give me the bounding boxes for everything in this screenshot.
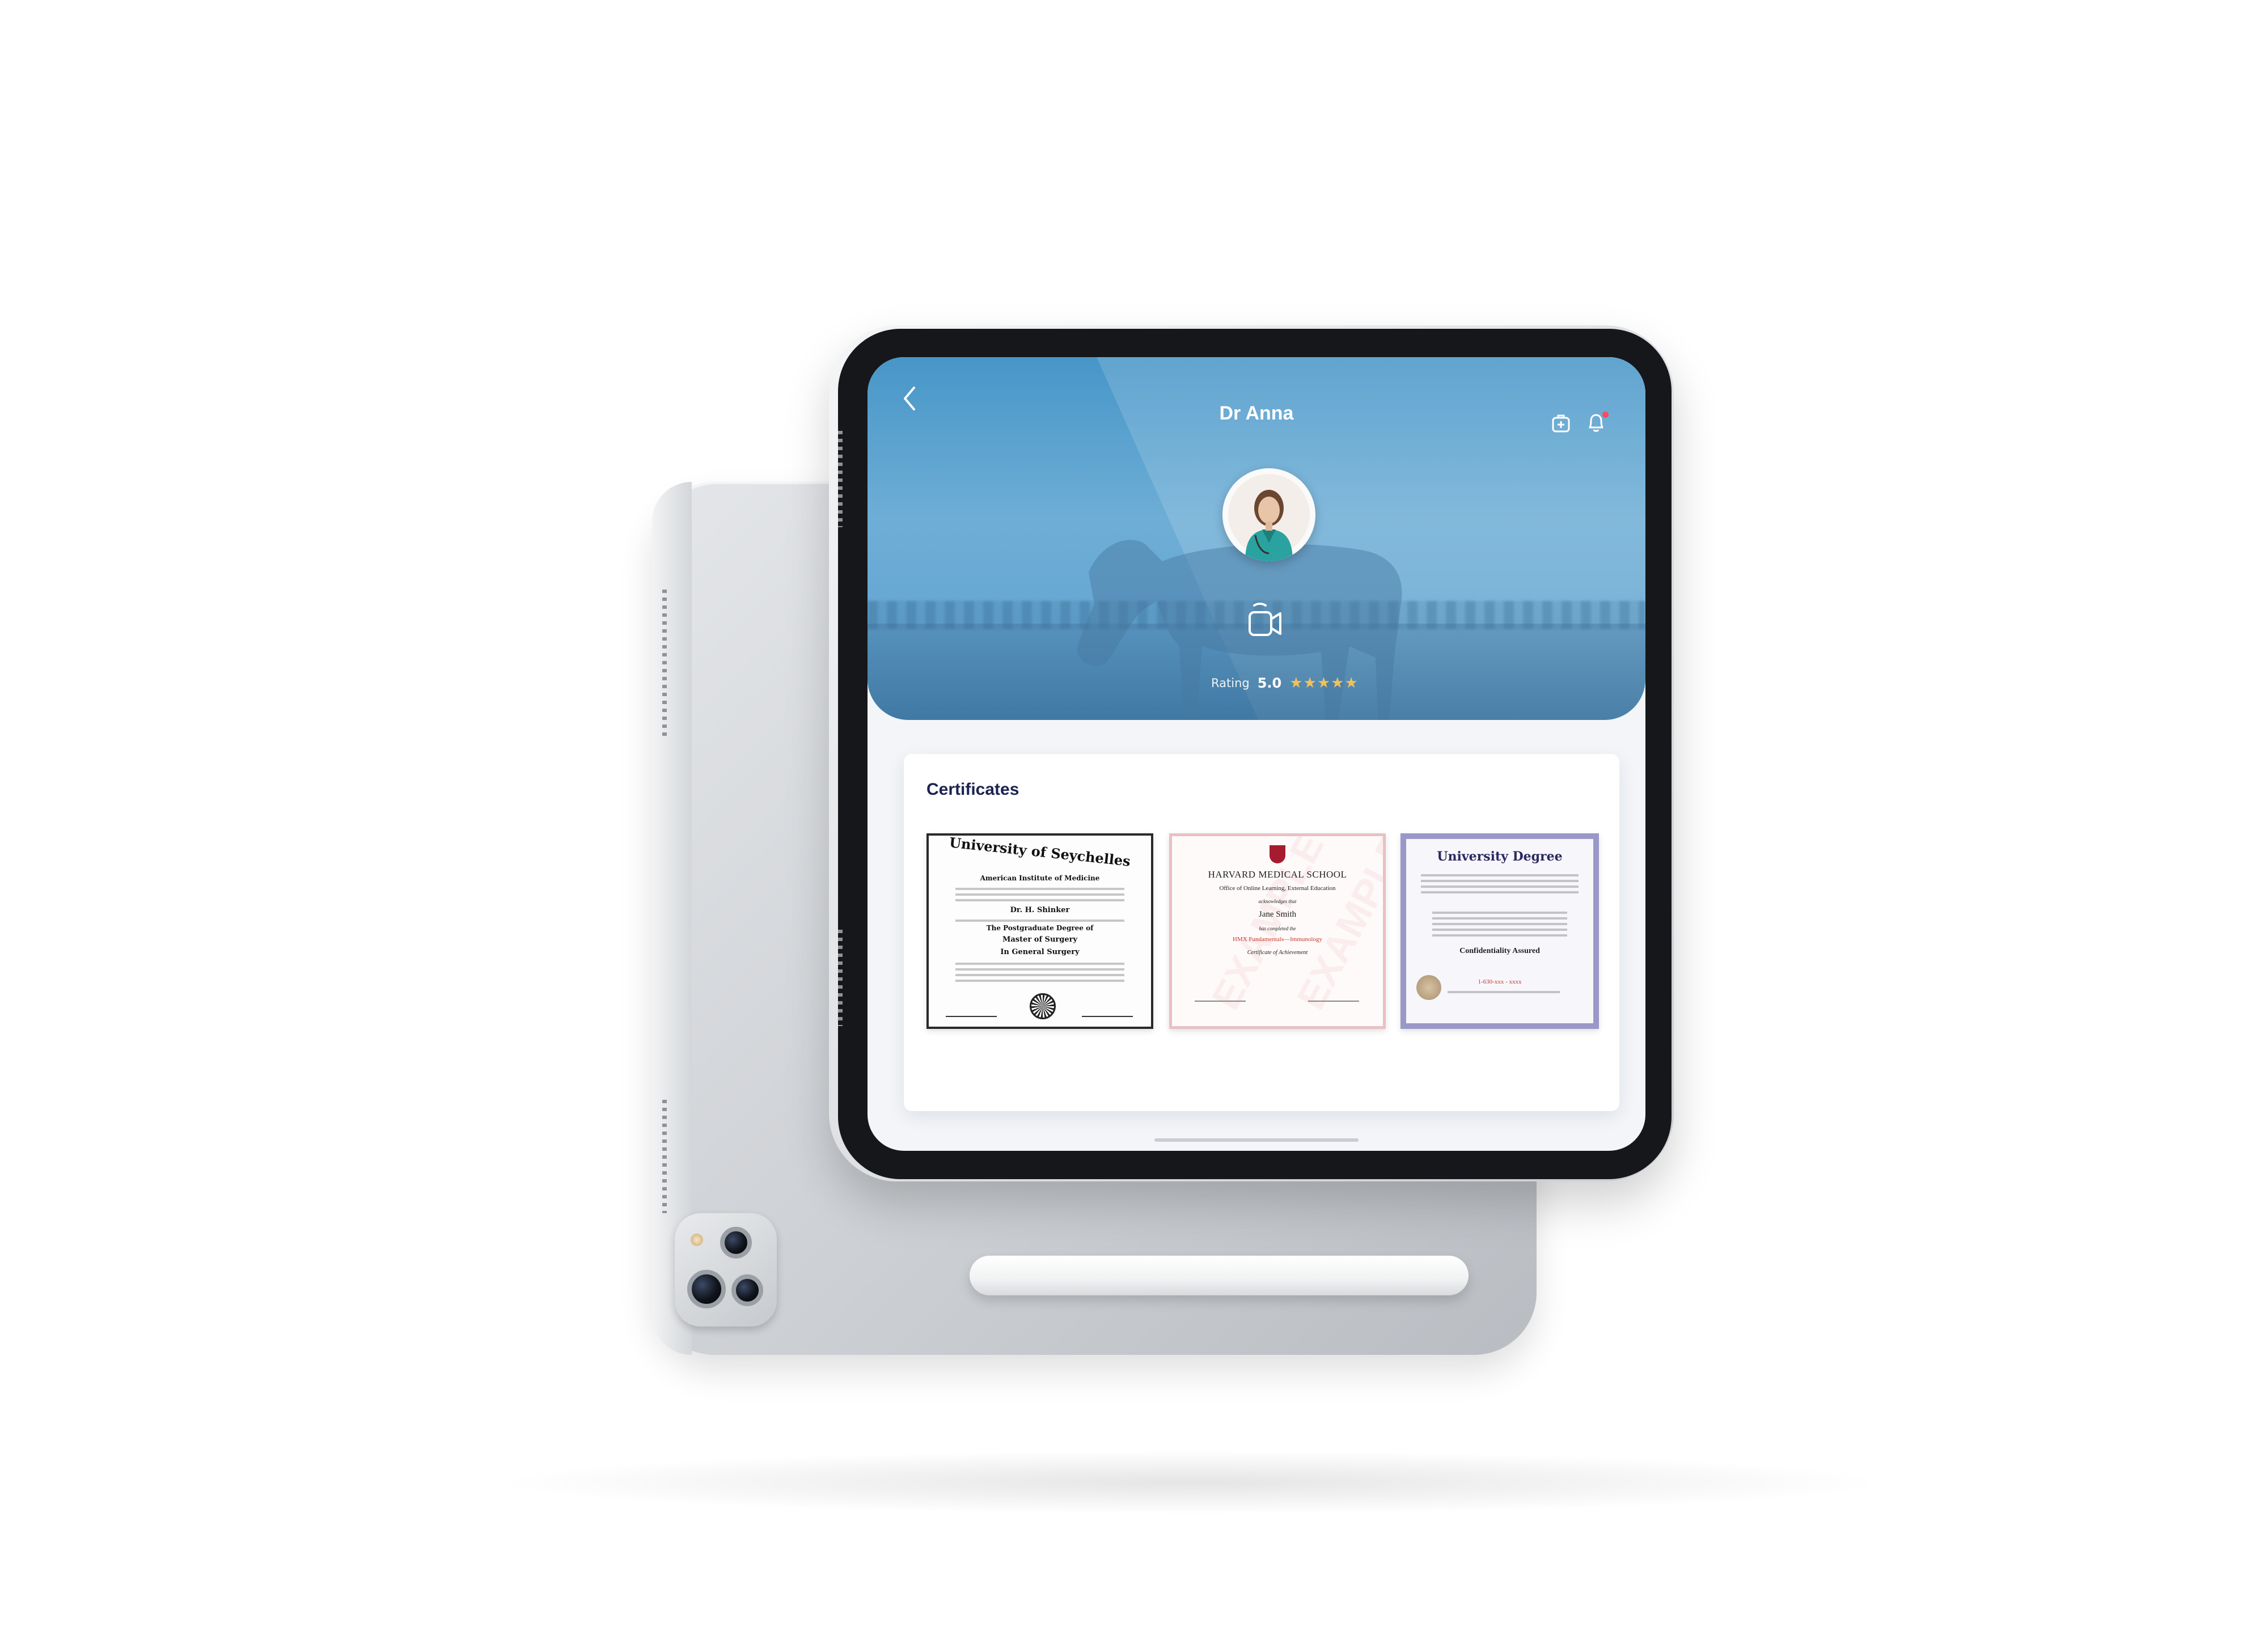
certificates-card: Certificates University of Seychelles Am…	[904, 754, 1619, 1111]
certificate-thumbnail[interactable]: University Degree Confidentiality Assure…	[1400, 833, 1599, 1029]
avatar[interactable]	[1222, 468, 1315, 561]
back-button[interactable]	[900, 384, 925, 418]
certificate-degree: The Postgraduate Degree of	[986, 924, 1094, 932]
certificate-heading: University Degree	[1437, 849, 1563, 864]
signature-line	[1308, 1001, 1359, 1002]
home-indicator[interactable]	[1154, 1138, 1359, 1142]
certificate-heading: University of Seychelles	[948, 834, 1132, 870]
speaker-grille	[662, 1100, 667, 1213]
certificate-degree-field: In General Surgery	[1000, 948, 1080, 956]
certificate-heading: HARVARD MEDICAL SCHOOL	[1208, 869, 1347, 880]
camera-module	[675, 1213, 777, 1327]
stylus-pencil	[970, 1256, 1469, 1295]
video-camera-icon	[1249, 603, 1281, 636]
camera-lens-icon	[731, 1274, 763, 1306]
side-grille	[838, 930, 843, 1026]
side-grille	[838, 431, 843, 527]
chevron-left-icon	[904, 387, 915, 410]
certificate-course: HMX Fundamentals—Immunology	[1233, 936, 1322, 943]
camera-lens-icon	[720, 1227, 752, 1259]
rating-label: Rating	[1211, 676, 1250, 690]
notifications-button[interactable]	[1586, 412, 1609, 437]
app-screen: Dr Anna Rating 5.0 ★★★★★ Certificates Un…	[868, 357, 1645, 1151]
certificate-line: Office of Online Learning, External Educ…	[1219, 885, 1336, 892]
page-title: Dr Anna	[1219, 402, 1294, 424]
star-rating-icon: ★★★★★	[1289, 675, 1359, 692]
harvard-shield-icon	[1270, 845, 1285, 863]
profile-header: Dr Anna Rating 5.0 ★★★★★	[868, 357, 1645, 720]
camera-lens-icon	[687, 1270, 726, 1308]
certificate-recipient: Dr. H. Shinker	[1010, 906, 1070, 914]
rating-value: 5.0	[1257, 675, 1282, 691]
video-call-button[interactable]	[1245, 601, 1285, 641]
notification-badge	[1602, 412, 1609, 418]
flash-icon	[691, 1234, 703, 1246]
signature-line	[1082, 1016, 1133, 1017]
certificate-thumbnail[interactable]: EXAMPLE EXAMPLE HARVARD MEDICAL SCHOOL O…	[1169, 833, 1386, 1029]
certificate-degree-title: Master of Surgery	[1002, 935, 1078, 944]
medical-bag-button[interactable]	[1551, 413, 1574, 438]
certificate-line: has completed the	[1259, 926, 1296, 931]
certificate-recipient: Jane Smith	[1258, 910, 1297, 919]
certificate-line: American Institute of Medicine	[980, 874, 1100, 882]
medical-bag-icon	[1552, 414, 1570, 433]
certificate-phone: 1-630-xxx - xxxx	[1478, 978, 1522, 985]
certificate-footer: Certificate of Achievement	[1247, 950, 1308, 956]
floor-shadow	[510, 1451, 1871, 1514]
certificates-title: Certificates	[926, 780, 1019, 799]
certificate-line: acknowledges that	[1258, 899, 1297, 904]
signature-line	[1195, 1001, 1246, 1002]
certificate-thumbnail[interactable]: University of Seychelles American Instit…	[926, 833, 1153, 1029]
speaker-grille	[662, 590, 667, 737]
doctor-photo	[1222, 468, 1315, 561]
signature-line	[946, 1016, 997, 1017]
rating-row: Rating 5.0 ★★★★★	[1211, 672, 1359, 694]
certificate-highlight: Confidentiality Assured	[1459, 947, 1540, 955]
certificate-seal	[1030, 993, 1056, 1019]
